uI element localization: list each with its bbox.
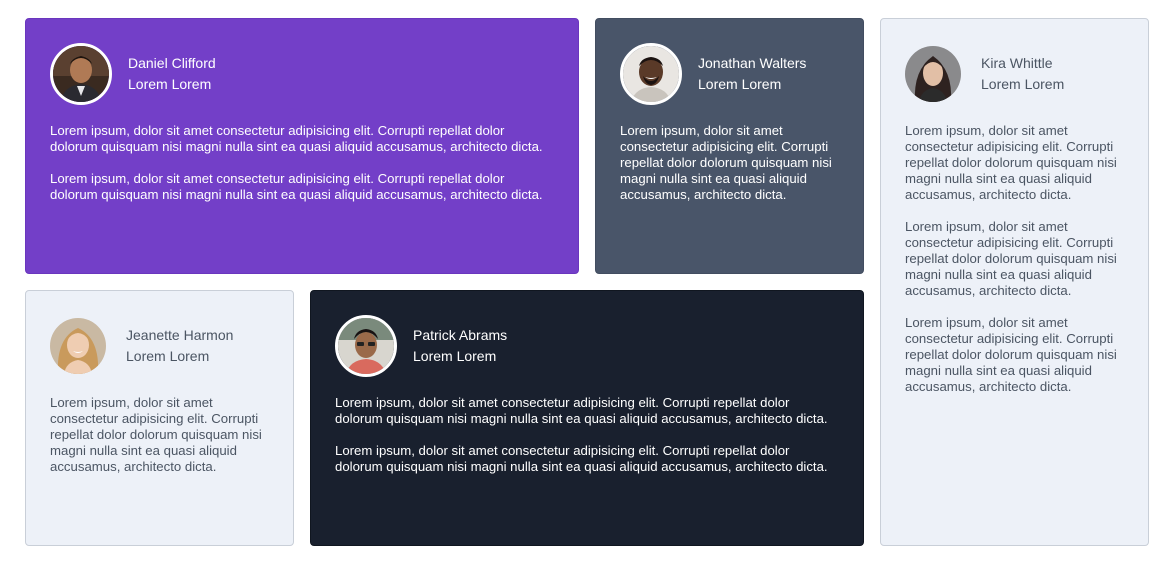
testimonial-card-jonathan-walters: Jonathan Walters Lorem Lorem Lorem ipsum… [595, 18, 864, 274]
author-role: Lorem Lorem [413, 348, 497, 364]
author-info: Patrick Abrams Lorem Lorem [413, 325, 507, 367]
testimonials-grid: Daniel Clifford Lorem Lorem Lorem ipsum,… [0, 0, 1174, 570]
avatar [335, 315, 397, 377]
testimonial-paragraph: Lorem ipsum, dolor sit amet consectetur … [335, 443, 828, 474]
author-name: Patrick Abrams [413, 327, 508, 343]
testimonial-paragraph: Lorem ipsum, dolor sit amet consectetur … [905, 219, 1117, 298]
testimonial-card-patrick-abrams: Patrick Abrams Lorem Lorem Lorem ipsum, … [310, 290, 864, 546]
card-header: Jeanette Harmon Lorem Lorem [50, 315, 269, 377]
testimonial-paragraph: Lorem ipsum, dolor sit amet consectetur … [905, 315, 1117, 394]
testimonial-paragraph: Lorem ipsum, dolor sit amet consectetur … [905, 123, 1117, 202]
card-header: Kira Whittle Lorem Lorem [905, 43, 1124, 105]
card-header: Patrick Abrams Lorem Lorem [335, 315, 839, 377]
testimonial-text: Lorem ipsum, dolor sit amet consectetur … [50, 123, 554, 203]
testimonial-paragraph: Lorem ipsum, dolor sit amet consectetur … [50, 171, 543, 202]
testimonial-paragraph: Lorem ipsum, dolor sit amet consectetur … [335, 395, 828, 426]
testimonial-card-kira-whittle: Kira Whittle Lorem Lorem Lorem ipsum, do… [880, 18, 1149, 546]
testimonial-text: Lorem ipsum, dolor sit amet consectetur … [620, 123, 839, 203]
avatar [620, 43, 682, 105]
avatar [905, 46, 961, 102]
testimonial-paragraph: Lorem ipsum, dolor sit amet consectetur … [50, 123, 543, 154]
testimonial-text: Lorem ipsum, dolor sit amet consectetur … [335, 395, 839, 475]
author-role: Lorem Lorem [981, 76, 1065, 92]
author-name: Jonathan Walters [698, 55, 807, 71]
author-info: Daniel Clifford Lorem Lorem [128, 53, 216, 95]
author-name: Jeanette Harmon [126, 327, 234, 343]
avatar [50, 43, 112, 105]
card-header: Jonathan Walters Lorem Lorem [620, 43, 839, 105]
author-info: Kira Whittle Lorem Lorem [981, 53, 1064, 95]
author-name: Kira Whittle [981, 55, 1053, 71]
avatar [50, 318, 106, 374]
avatar-photo-icon [53, 46, 109, 102]
author-info: Jonathan Walters Lorem Lorem [698, 53, 806, 95]
testimonial-paragraph: Lorem ipsum, dolor sit amet consectetur … [620, 123, 832, 202]
testimonial-card-daniel-clifford: Daniel Clifford Lorem Lorem Lorem ipsum,… [25, 18, 579, 274]
author-name: Daniel Clifford [128, 55, 216, 71]
avatar-photo-icon [50, 318, 106, 374]
avatar-photo-icon [623, 46, 679, 102]
testimonial-text: Lorem ipsum, dolor sit amet consectetur … [50, 395, 269, 475]
author-info: Jeanette Harmon Lorem Lorem [126, 325, 233, 367]
avatar-photo-icon [338, 318, 394, 374]
author-role: Lorem Lorem [126, 348, 210, 364]
testimonial-paragraph: Lorem ipsum, dolor sit amet consectetur … [50, 395, 262, 474]
testimonial-text: Lorem ipsum, dolor sit amet consectetur … [905, 123, 1124, 395]
author-role: Lorem Lorem [128, 76, 212, 92]
avatar-photo-icon [905, 46, 961, 102]
card-header: Daniel Clifford Lorem Lorem [50, 43, 554, 105]
testimonial-card-jeanette-harmon: Jeanette Harmon Lorem Lorem Lorem ipsum,… [25, 290, 294, 546]
author-role: Lorem Lorem [698, 76, 782, 92]
